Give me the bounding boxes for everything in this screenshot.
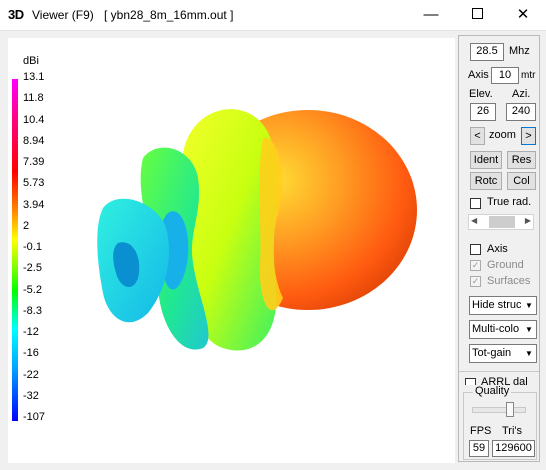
fps-label: FPS	[470, 425, 492, 437]
axis-length-input[interactable]: 10	[491, 67, 519, 84]
close-button[interactable]: ✕	[500, 0, 546, 30]
ground-checkbox-label: Ground	[487, 259, 524, 271]
maximize-icon	[471, 8, 483, 20]
control-panel: 28.5 Mhz Axis 10 mtr Elev. Azi. 26 240 <…	[458, 35, 540, 462]
axis-checkbox-label: Axis	[487, 243, 508, 255]
color-button[interactable]: Col	[507, 172, 536, 190]
axis-checkbox[interactable]	[470, 244, 481, 255]
axis-length-unit: mtr	[521, 70, 536, 81]
rotate-button[interactable]: Rotc	[470, 172, 502, 190]
gain-dropdown[interactable]: Tot-gain ▼	[469, 344, 537, 363]
partially-hidden-option: ARRL dal	[465, 376, 535, 385]
true-rad-scrollbar[interactable]: ◀ ▶	[468, 214, 534, 230]
tris-label: Tri's	[502, 425, 523, 437]
axis-length-label: Axis	[468, 69, 489, 81]
app-3d-icon: 3D	[8, 7, 24, 22]
color-mode-dropdown[interactable]: Multi-colo ▼	[469, 320, 537, 339]
fps-value: 59	[469, 440, 489, 457]
ident-button[interactable]: Ident	[470, 151, 502, 169]
color-mode-dropdown-value: Multi-colo	[472, 323, 520, 335]
app-icon-text: 3D	[8, 7, 24, 22]
zoom-label: zoom	[489, 129, 516, 141]
scroll-right-icon[interactable]: ▶	[525, 216, 531, 225]
gain-dropdown-value: Tot-gain	[472, 347, 512, 359]
true-rad-label: True rad.	[487, 196, 532, 208]
chevron-down-icon: ▼	[521, 345, 536, 362]
maximize-button[interactable]	[454, 0, 500, 30]
frequency-input[interactable]: 28.5	[470, 43, 504, 61]
reset-button[interactable]: Res	[507, 151, 536, 169]
surfaces-checkbox-label: Surfaces	[487, 275, 531, 287]
tris-value: 129600	[492, 440, 535, 457]
surfaces-checkbox[interactable]: ✓	[470, 276, 481, 287]
elevation-input[interactable]: 26	[470, 103, 496, 121]
minimize-button[interactable]: —	[408, 0, 454, 30]
window-title: Viewer (F9)	[32, 8, 94, 22]
3d-viewport[interactable]: dBi 13.1 11.8 10.4 8.94 7.39 5.73 3.94 2 -0.1 -2.…	[8, 38, 455, 463]
scroll-left-icon[interactable]: ◀	[471, 216, 477, 225]
hidden-option-label: ARRL dal	[481, 376, 528, 385]
quality-slider-thumb[interactable]	[506, 402, 514, 417]
scroll-thumb[interactable]	[489, 216, 515, 228]
true-rad-checkbox[interactable]	[470, 198, 481, 209]
hidden-option-checkbox[interactable]	[465, 378, 476, 385]
quality-slider-track[interactable]	[472, 407, 526, 413]
zoom-in-button[interactable]: >	[521, 127, 536, 145]
elevation-label: Elev.	[469, 88, 493, 100]
chevron-down-icon: ▼	[521, 297, 536, 314]
window-file-name: [ ybn28_8m_16mm.out ]	[104, 8, 234, 22]
quality-label: Quality	[473, 385, 512, 397]
divider	[459, 371, 539, 372]
frequency-unit: Mhz	[509, 45, 530, 57]
title-bar: 3D Viewer (F9) [ ybn28_8m_16mm.out ] — ✕	[0, 0, 546, 31]
azimuth-label: Azi.	[512, 88, 531, 100]
structure-dropdown[interactable]: Hide struc ▼	[469, 296, 537, 315]
chevron-down-icon: ▼	[521, 321, 536, 338]
radiation-pattern-3d	[97, 109, 417, 351]
structure-dropdown-value: Hide struc	[472, 299, 522, 311]
azimuth-input[interactable]: 240	[506, 103, 536, 121]
zoom-out-button[interactable]: <	[470, 127, 485, 145]
ground-checkbox[interactable]: ✓	[470, 260, 481, 271]
